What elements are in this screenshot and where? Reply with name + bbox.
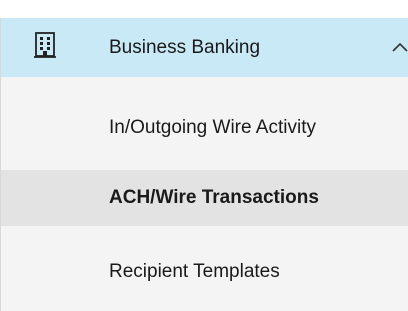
menu-item-label: Recipient Templates — [109, 261, 280, 282]
menu-item-label: In/Outgoing Wire Activity — [109, 117, 316, 138]
sidebar-frame: Business Banking In/Outgoing Wire Activi… — [0, 0, 408, 311]
building-icon — [34, 32, 56, 58]
menu-item-recipient-templates[interactable]: Recipient Templates — [1, 244, 408, 300]
menu-item-in-outgoing-wire-activity[interactable]: In/Outgoing Wire Activity — [1, 100, 408, 156]
chevron-up-icon[interactable] — [391, 40, 408, 54]
menu-item-label: ACH/Wire Transactions — [109, 187, 319, 208]
menu-item-ach-wire-transactions[interactable]: ACH/Wire Transactions — [1, 170, 408, 226]
top-strip — [0, 0, 408, 18]
section-label: Business Banking — [109, 37, 261, 58]
business-banking-section-header[interactable]: Business Banking — [1, 18, 408, 77]
sidebar-menu: Business Banking In/Outgoing Wire Activi… — [0, 18, 408, 311]
